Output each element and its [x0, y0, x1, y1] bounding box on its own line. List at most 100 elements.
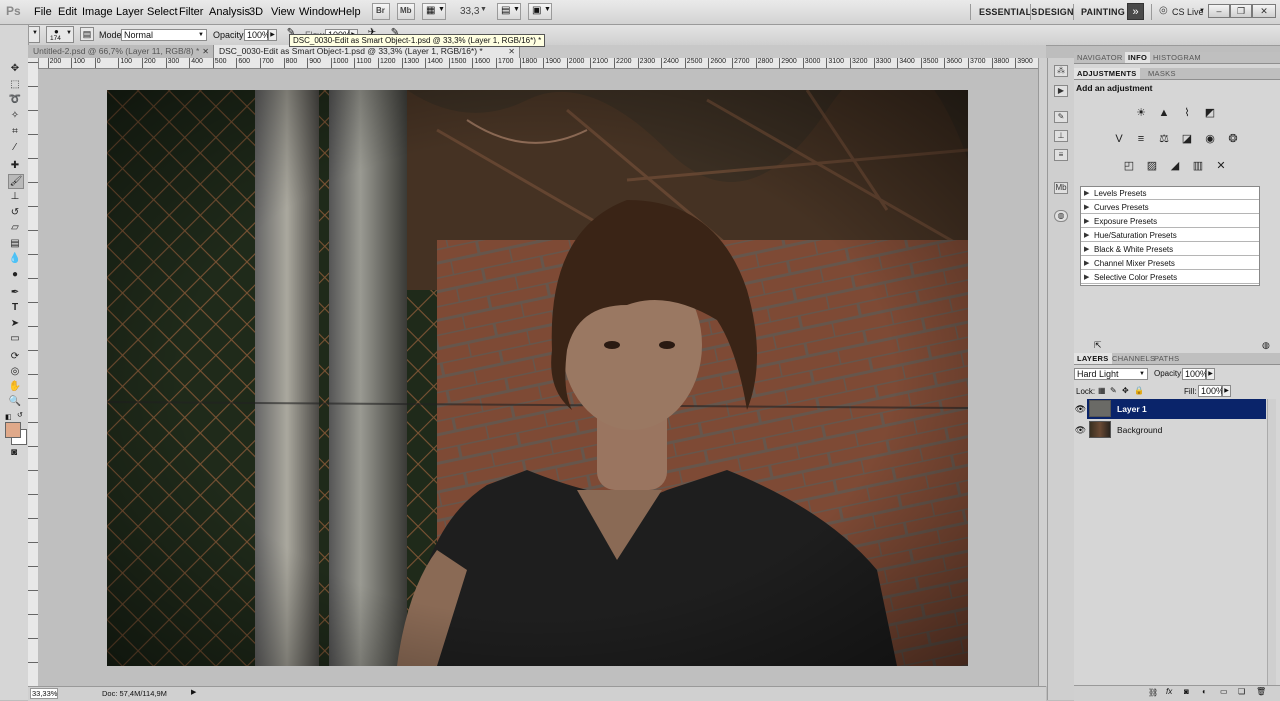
layers-scrollbar[interactable]	[1267, 399, 1276, 689]
workspace-essentials[interactable]: ESSENTIALS	[979, 7, 1038, 17]
expand-triangle-icon[interactable]: ▶	[1084, 257, 1089, 270]
mini-bridge-button[interactable]: Mb	[397, 3, 415, 20]
color-balance-icon[interactable]: ⚖	[1157, 133, 1171, 146]
document-image[interactable]	[107, 90, 968, 666]
black-white-icon[interactable]: ◪	[1180, 133, 1194, 146]
quick-selection-tool-icon[interactable]: ✧	[8, 109, 22, 122]
new-group-icon[interactable]: ▭	[1220, 687, 1228, 696]
expand-triangle-icon[interactable]: ▶	[1084, 243, 1089, 256]
posterize-icon[interactable]: ▨	[1145, 160, 1159, 173]
tab-paths[interactable]: PATHS	[1151, 353, 1182, 364]
hue-saturation-icon[interactable]: ≡	[1134, 133, 1148, 146]
tab-untitled-2[interactable]: Untitled-2.psd @ 66,7% (Layer 11, RGB/8)…	[28, 45, 214, 58]
tab-info[interactable]: INFO	[1125, 52, 1151, 63]
menu-layer[interactable]: Layer	[116, 6, 144, 18]
close-button[interactable]: ✕	[1252, 4, 1276, 18]
swap-colors-icon[interactable]: ↺	[17, 411, 23, 419]
visibility-eye-icon[interactable]: 👁	[1074, 420, 1087, 440]
menu-file[interactable]: File	[34, 6, 52, 18]
eraser-tool-icon[interactable]: ▱	[8, 221, 22, 234]
fill-input[interactable]: 100%	[1198, 385, 1224, 397]
view-extras-dropdown[interactable]: ▦ ▼	[422, 3, 446, 20]
clone-stamp-tool-icon[interactable]: ⊥	[8, 190, 22, 203]
mini-bridge-panel-icon[interactable]: Mb	[1054, 182, 1068, 194]
minimize-button[interactable]: –	[1208, 4, 1230, 18]
adjustments-menu-icon[interactable]: ◍	[1262, 340, 1270, 351]
expand-triangle-icon[interactable]: ▶	[1084, 271, 1089, 284]
lasso-tool-icon[interactable]: ➰	[8, 93, 22, 106]
preset-row[interactable]: ▶ Selective Color Presets	[1081, 271, 1259, 284]
eyedropper-tool-icon[interactable]: ⁄	[8, 141, 22, 154]
layer-opacity-slider-toggle[interactable]: ▶	[1206, 368, 1215, 380]
levels-icon[interactable]: ▲	[1157, 107, 1171, 120]
zoom-dropdown-icon[interactable]: ▼	[480, 6, 487, 13]
menu-analysis[interactable]: Analysis	[209, 6, 250, 18]
menu-help[interactable]: Help	[338, 6, 361, 18]
more-workspaces-button[interactable]: »	[1127, 3, 1144, 20]
expand-triangle-icon[interactable]: ▶	[1084, 229, 1089, 242]
hand-tool-icon[interactable]: ✋	[8, 380, 22, 393]
vibrance-icon[interactable]: V	[1112, 133, 1126, 146]
link-layers-icon[interactable]: ⛓	[1148, 688, 1158, 697]
blend-mode-select[interactable]: Hard Light ▼	[1074, 368, 1148, 380]
opacity-input[interactable]: 100%	[244, 29, 270, 41]
zoom-tool-icon[interactable]: 🔍	[8, 395, 22, 408]
launch-bridge-button[interactable]: Br	[372, 3, 390, 20]
preset-row[interactable]: ▶ Black & White Presets	[1081, 243, 1259, 256]
brush-preset-picker[interactable]: ● 174 ▼	[46, 26, 74, 43]
gradient-map-icon[interactable]: ▥	[1191, 160, 1205, 173]
spot-healing-tool-icon[interactable]: ✚	[8, 159, 22, 172]
menu-filter[interactable]: Filter	[179, 6, 203, 18]
3d-rotate-tool-icon[interactable]: ⟳	[8, 350, 22, 363]
lock-transparency-icon[interactable]: ▦	[1098, 386, 1106, 395]
kuler-icon[interactable]: ◍	[1054, 210, 1068, 222]
canvas-area[interactable]	[38, 69, 1038, 686]
type-tool-icon[interactable]: T	[8, 301, 22, 314]
lock-position-icon[interactable]: ✥	[1122, 386, 1129, 395]
channel-mixer-icon[interactable]: ❂	[1226, 133, 1240, 146]
vertical-scrollbar[interactable]	[1038, 58, 1047, 686]
gradient-tool-icon[interactable]: ▤	[8, 237, 22, 250]
add-mask-icon[interactable]: ◙	[1184, 687, 1189, 696]
zoom-level-text[interactable]: 33,3	[460, 6, 479, 17]
dodge-tool-icon[interactable]: ●	[8, 268, 22, 281]
expand-triangle-icon[interactable]: ▶	[1084, 201, 1089, 214]
arrange-documents-dropdown[interactable]: ▤ ▼	[497, 3, 521, 20]
mode-select[interactable]: Normal ▼	[121, 29, 207, 41]
layer-row-background[interactable]: 👁 Background	[1074, 420, 1266, 440]
photo-filter-icon[interactable]: ◉	[1203, 133, 1217, 146]
lock-pixels-icon[interactable]: ✎	[1110, 386, 1117, 395]
layer-style-icon[interactable]: fx	[1166, 687, 1172, 696]
opacity-slider-toggle[interactable]: ▶	[268, 29, 277, 41]
actions-panel-icon[interactable]: ▶	[1054, 85, 1068, 97]
status-menu-icon[interactable]: ▶	[191, 688, 196, 696]
menu-window[interactable]: Window	[299, 6, 338, 18]
tab-navigator[interactable]: NAVIGATOR	[1074, 52, 1126, 63]
return-to-list-icon[interactable]: ⇱	[1094, 340, 1102, 351]
tab-layers[interactable]: LAYERS	[1074, 353, 1112, 364]
preset-row[interactable]: ▶ Exposure Presets	[1081, 215, 1259, 228]
brush-panel-toggle[interactable]: ▤	[80, 27, 94, 41]
brush-tool-icon[interactable]: 🖌	[8, 174, 24, 189]
layer-row-layer-1[interactable]: 👁 Layer 1	[1074, 399, 1266, 419]
workspace-design[interactable]: DESIGN	[1038, 7, 1074, 17]
tab-histogram[interactable]: HISTOGRAM	[1150, 52, 1204, 63]
preset-row[interactable]: ▶ Hue/Saturation Presets	[1081, 229, 1259, 242]
3d-orbit-tool-icon[interactable]: ◎	[8, 365, 22, 378]
invert-icon[interactable]: ◰	[1122, 160, 1136, 173]
curves-icon[interactable]: ⌇	[1180, 107, 1194, 120]
move-tool-icon[interactable]: ✥	[8, 62, 22, 75]
delete-layer-icon[interactable]: 🗑	[1256, 687, 1266, 696]
menu-3d[interactable]: 3D	[249, 6, 263, 18]
layer-opacity-input[interactable]: 100%	[1182, 368, 1208, 380]
tab-adjustments[interactable]: ADJUSTMENTS	[1074, 68, 1140, 79]
preset-row[interactable]: ▶ Curves Presets	[1081, 201, 1259, 214]
lock-all-icon[interactable]: 🔒	[1134, 386, 1144, 395]
chevron-down-icon[interactable]: ▼	[1199, 8, 1205, 14]
new-layer-icon[interactable]: ❏	[1238, 687, 1245, 696]
menu-view[interactable]: View	[271, 6, 295, 18]
default-colors-icon[interactable]: ◧	[5, 413, 12, 421]
menu-select[interactable]: Select	[147, 6, 178, 18]
foreground-color-swatch[interactable]	[5, 422, 21, 438]
clone-source-icon[interactable]: ⊥	[1054, 130, 1068, 142]
